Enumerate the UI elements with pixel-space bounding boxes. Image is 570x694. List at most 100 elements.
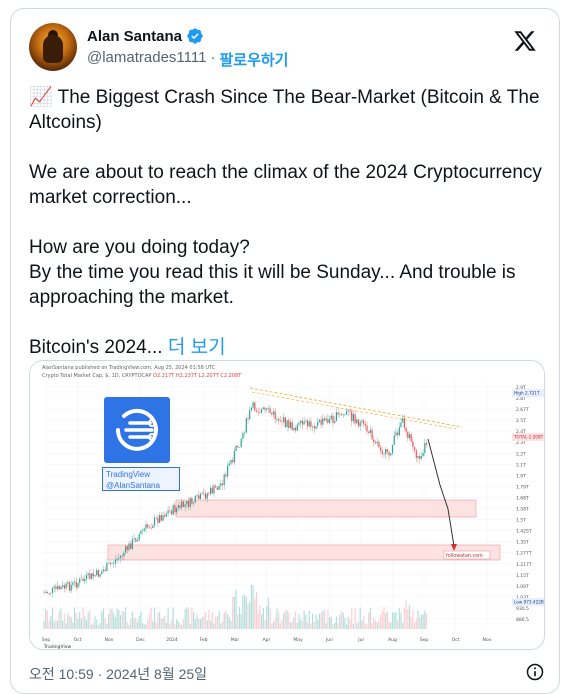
candle-body <box>172 505 174 515</box>
x-logo-icon[interactable] <box>513 29 537 53</box>
volume-bar <box>381 610 383 629</box>
volume-bar <box>266 606 268 629</box>
x-tick-label: Jul <box>357 637 363 643</box>
volume-bar <box>157 612 159 629</box>
candle-body <box>147 524 149 528</box>
volume-bar <box>213 623 215 629</box>
avatar[interactable] <box>29 23 77 71</box>
volume-bar <box>221 620 224 629</box>
candle-body <box>368 431 370 433</box>
candle-body <box>271 413 273 415</box>
volume-bar <box>91 624 93 629</box>
y-tick-label: 1.09T <box>516 584 529 590</box>
candle-body <box>155 517 157 519</box>
handle-separator: · <box>210 49 216 66</box>
volume-bar <box>155 622 157 629</box>
candle-body <box>142 530 144 532</box>
volume-bar <box>261 614 263 629</box>
volume-bar <box>352 623 354 629</box>
volume-bar <box>111 608 113 629</box>
candle-body <box>286 420 288 427</box>
candle-body <box>415 450 417 458</box>
volume-bar <box>46 610 48 629</box>
tv-label-line2: @AlanSantana <box>106 481 160 490</box>
candle-body <box>407 431 409 439</box>
volume-bar <box>238 606 241 629</box>
candle-body <box>153 517 156 526</box>
candle-body <box>237 445 239 448</box>
volume-bar <box>337 623 339 629</box>
volume-bar <box>215 616 217 629</box>
volume-bar <box>153 607 156 629</box>
candle-body <box>216 487 218 490</box>
volume-bar <box>220 623 222 629</box>
volume-bar <box>357 621 360 629</box>
volume-bar <box>361 620 363 629</box>
candle-body <box>395 432 397 436</box>
candle-body <box>332 415 334 423</box>
candle-body <box>68 582 71 591</box>
volume-bar <box>289 622 292 629</box>
tweet-timestamp[interactable]: 오전 10:59 · 2024년 8월 25일 <box>29 664 207 684</box>
candle-body <box>169 510 171 512</box>
volume-bar <box>380 614 382 629</box>
display-name[interactable]: Alan Santana <box>87 28 182 45</box>
tradingview-logo <box>104 397 170 463</box>
volume-bar <box>312 613 314 629</box>
candle-body <box>92 573 94 577</box>
volume-bar <box>422 614 424 629</box>
user-handle[interactable]: @lamatrades1111 <box>87 49 206 70</box>
show-more-link[interactable]: 더 보기 <box>168 337 226 358</box>
volume-bar <box>179 623 181 629</box>
info-icon[interactable] <box>525 662 545 682</box>
candle-body <box>386 449 388 452</box>
volume-bar <box>383 607 385 629</box>
volume-bar <box>228 616 230 629</box>
volume-bar <box>89 610 91 629</box>
chart-image[interactable]: AlanSantana published on TradingView.com… <box>29 360 545 650</box>
volume-bar <box>250 584 252 629</box>
candle-body <box>96 570 98 576</box>
candle-body <box>164 515 166 517</box>
volume-bar <box>233 596 235 629</box>
candle-body <box>106 563 108 571</box>
volume-bar <box>376 622 378 629</box>
candle-body <box>128 543 130 551</box>
volume-bar <box>230 620 232 629</box>
volume-bar <box>72 622 74 629</box>
candle-body <box>57 586 59 589</box>
follow-button[interactable]: 팔로우하기 <box>219 49 288 70</box>
candle-body <box>380 447 382 451</box>
volume-bar <box>94 616 96 629</box>
volume-bar <box>204 611 207 629</box>
y-tick-label: 1.35T <box>516 540 529 546</box>
candle-body <box>339 414 341 415</box>
candle-body <box>364 423 366 426</box>
candle-body <box>140 530 142 534</box>
volume-bar <box>79 611 81 629</box>
volume-bar <box>67 613 69 629</box>
candle-body <box>403 418 405 428</box>
volume-bar <box>140 611 142 629</box>
candle-body <box>89 573 91 579</box>
volume-bar <box>420 614 422 629</box>
candle-body <box>159 515 161 523</box>
candle-body <box>249 410 251 420</box>
candle-body <box>329 418 331 423</box>
candle-body <box>210 487 212 494</box>
y-tick-label: 1.15T <box>516 573 529 579</box>
volume-bar <box>254 598 256 629</box>
volume-bar <box>247 603 249 629</box>
y-tick-label: 1.425T <box>516 529 532 535</box>
candle-body <box>351 411 353 422</box>
candle-body <box>70 584 72 591</box>
candle-body <box>179 505 181 508</box>
candle-body <box>267 408 269 409</box>
candle-body <box>191 498 193 504</box>
candle-body <box>221 483 224 486</box>
volume-bar <box>51 607 54 629</box>
volume-bar <box>55 619 57 629</box>
volume-bar <box>119 615 122 629</box>
candle-body <box>232 460 234 463</box>
candle-body <box>136 539 139 542</box>
